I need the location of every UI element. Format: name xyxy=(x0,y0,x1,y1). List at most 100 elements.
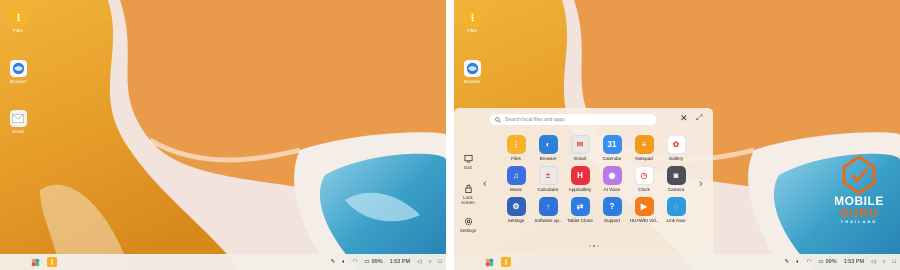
desktop-icon-browser[interactable]: Browser xyxy=(7,60,29,84)
app-tile-huawei-video[interactable]: ▶ HUAWEI Vid.. xyxy=(628,197,660,228)
prev-page-icon[interactable]: ‹ xyxy=(483,178,487,190)
side-lock-screen[interactable]: Lock screen xyxy=(457,184,479,205)
app-tile-calculator[interactable]: ± Calculator xyxy=(532,166,564,197)
app-label: Settings xyxy=(507,218,525,223)
app-label: Gallery xyxy=(668,156,684,161)
music-icon: ♫ xyxy=(506,166,526,185)
side-label: Exit xyxy=(464,165,472,170)
battery-level: 99% xyxy=(371,259,383,265)
app-label: Support xyxy=(603,218,621,223)
back-icon[interactable]: ◁ xyxy=(871,259,875,265)
support-icon: ? xyxy=(602,197,622,216)
wallpaper xyxy=(0,0,446,270)
battery-icon: ▭ xyxy=(818,259,824,265)
app-label: Calculator xyxy=(537,187,559,192)
side-settings[interactable]: Settings xyxy=(457,217,479,233)
app-label: AppGallery xyxy=(568,187,592,192)
home-icon[interactable]: ○ xyxy=(428,259,431,265)
app-label: Notepad xyxy=(635,156,653,161)
mobile-guru-watermark: MOBILE GURU THAILAND xyxy=(828,155,890,245)
desktop-icon-email[interactable]: Email xyxy=(7,110,29,134)
taskbar-files-icon[interactable] xyxy=(47,257,57,267)
clock[interactable]: 1:53 PM xyxy=(844,259,864,265)
app-tile-browser[interactable]: ◐ Browser xyxy=(532,135,564,166)
app-label: Browser xyxy=(539,156,557,161)
pen-icon[interactable]: ✎ xyxy=(785,259,790,265)
app-tile-files[interactable]: ⋮ Files xyxy=(500,135,532,166)
battery-indicator[interactable]: ▭ 99% xyxy=(364,259,382,265)
next-page-icon[interactable]: › xyxy=(699,178,703,190)
clock-icon: ◷ xyxy=(634,166,654,185)
lock-icon xyxy=(464,184,472,193)
page-dot xyxy=(597,245,599,247)
app-tile-notepad[interactable]: ≡ Notepad xyxy=(628,135,660,166)
app-label: Software up.. xyxy=(534,218,562,223)
clock[interactable]: 1:53 PM xyxy=(390,259,410,265)
app-tile-camera[interactable]: ◙ Camera xyxy=(660,166,692,197)
app-tile-gallery[interactable]: ✿ Gallery xyxy=(660,135,692,166)
wifi-icon[interactable]: ◠ xyxy=(353,259,358,265)
app-label: Files xyxy=(511,156,521,161)
files-icon: ⋮ xyxy=(506,135,526,154)
watermark-line2: GURU xyxy=(839,206,879,220)
ai-voice-icon: ◉ xyxy=(602,166,622,185)
app-tile-link-now[interactable]: ◌ Link Now xyxy=(660,197,692,228)
app-label: AI Voice xyxy=(603,187,621,192)
app-label: Calendar xyxy=(602,156,622,161)
app-tile-ai-voice[interactable]: ◉ AI Voice xyxy=(596,166,628,197)
calculator-icon: ± xyxy=(538,166,558,185)
search-icon xyxy=(495,116,501,123)
desktop-icon-label: Browser xyxy=(463,79,481,84)
start-button[interactable] xyxy=(30,257,40,267)
side-label: Settings xyxy=(459,228,477,233)
expand-icon[interactable]: ⤢ xyxy=(696,113,702,123)
app-tile-calendar[interactable]: 31 Calendar xyxy=(596,135,628,166)
app-tile-tablet-clone[interactable]: ⇄ Tablet Clone xyxy=(564,197,596,228)
software-update-icon: ↑ xyxy=(538,197,558,216)
page-dot xyxy=(589,245,591,247)
recents-icon[interactable]: □ xyxy=(893,259,896,265)
start-launcher: Search local files and apps ✕ ⤢ Exit Loc… xyxy=(454,108,713,254)
browser-icon xyxy=(9,60,27,77)
side-label: Lock screen xyxy=(461,195,475,205)
home-icon[interactable]: ○ xyxy=(882,259,885,265)
page-indicator xyxy=(589,245,601,247)
pen-icon[interactable]: ✎ xyxy=(331,259,336,265)
tablet-clone-icon: ⇄ xyxy=(570,197,590,216)
page-dot-active xyxy=(593,245,595,247)
volume-icon[interactable]: 🔈︎ xyxy=(342,259,345,266)
appgallery-icon: H xyxy=(570,166,590,185)
app-tile-clock[interactable]: ◷ Clock xyxy=(628,166,660,197)
app-label: HUAWEI Vid.. xyxy=(629,218,659,223)
volume-icon[interactable]: 🔈︎ xyxy=(796,259,799,266)
side-exit[interactable]: Exit xyxy=(457,154,479,170)
back-icon[interactable]: ◁ xyxy=(417,259,421,265)
app-tile-software-update[interactable]: ↑ Software up.. xyxy=(532,197,564,228)
email-icon: ✉ xyxy=(570,135,590,154)
app-tile-appgallery[interactable]: H AppGallery xyxy=(564,166,596,197)
taskbar-files-icon[interactable] xyxy=(501,257,511,267)
desktop-icon-label: Files xyxy=(13,28,23,33)
search-bar[interactable]: Search local files and apps xyxy=(490,114,656,125)
app-tile-music[interactable]: ♫ Music xyxy=(500,166,532,197)
wifi-icon[interactable]: ◠ xyxy=(807,259,812,265)
app-tile-support[interactable]: ? Support xyxy=(596,197,628,228)
app-tile-settings[interactable]: ⚙ Settings xyxy=(500,197,532,228)
desktop-icon-files[interactable]: Files xyxy=(7,9,29,33)
browser-icon: ◐ xyxy=(538,135,558,154)
taskbar: ✎ 🔈︎ ◠ ▭ 99% 1:53 PM ◁ ○ □ xyxy=(454,254,900,270)
app-label: Link Now xyxy=(666,218,686,223)
link-now-icon: ◌ xyxy=(666,197,686,216)
close-icon[interactable]: ✕ xyxy=(680,113,688,124)
desktop-icon-files[interactable]: Files xyxy=(461,9,483,33)
desktop-icon-label: Files xyxy=(467,28,477,33)
desktop-icon-browser[interactable]: Browser xyxy=(461,60,483,84)
battery-indicator[interactable]: ▭ 99% xyxy=(818,259,836,265)
recents-icon[interactable]: □ xyxy=(439,259,442,265)
calendar-icon: 31 xyxy=(602,135,622,154)
email-icon xyxy=(9,110,27,127)
start-icon xyxy=(485,258,493,266)
app-grid: ⋮ Files ◐ Browser ✉ Email 31 Calendar ≡ Notepad ✿ G… xyxy=(500,135,692,228)
app-tile-email[interactable]: ✉ Email xyxy=(564,135,596,166)
start-button[interactable] xyxy=(484,257,494,267)
